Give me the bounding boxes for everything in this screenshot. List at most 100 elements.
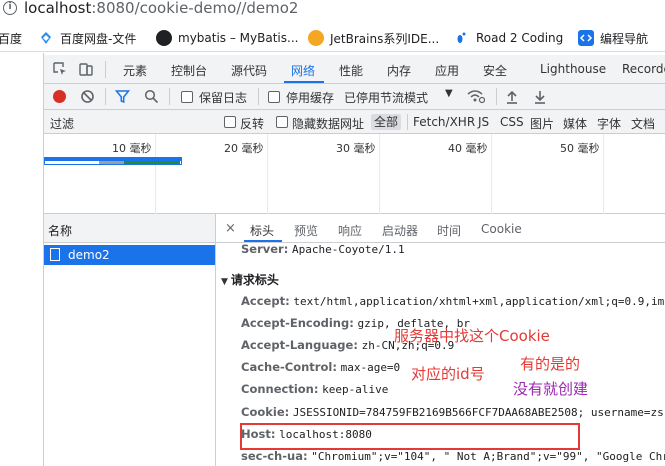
- tab-elements[interactable]: 元素: [123, 62, 147, 79]
- timeline-overview[interactable]: 10 毫秒 20 毫秒 30 毫秒 40 毫秒 50 毫秒: [44, 134, 665, 214]
- header-key: Accept-Encoding:: [241, 316, 354, 330]
- header-key: Connection:: [241, 382, 319, 396]
- timeline-tick: 50 毫秒: [560, 142, 600, 155]
- url-text[interactable]: localhost:8080/cookie-demo//demo2: [24, 0, 298, 17]
- search-icon[interactable]: [144, 89, 159, 107]
- filter-input[interactable]: 过滤: [50, 115, 74, 132]
- import-har-icon[interactable]: [505, 89, 519, 107]
- header-key: sec-ch-ua:: [241, 449, 308, 463]
- record-icon[interactable]: [53, 90, 66, 103]
- tab-initiator[interactable]: 启动器: [382, 222, 418, 239]
- bookmark-label: 百度网盘-文件: [60, 31, 137, 46]
- header-key: Server:: [241, 242, 289, 256]
- disable-cache-checkbox[interactable]: [268, 91, 280, 103]
- preserve-log-checkbox[interactable]: [181, 91, 193, 103]
- type-js[interactable]: JS: [478, 115, 489, 129]
- annotation-id-number: 对应的id号: [411, 365, 485, 383]
- device-toolbar-icon[interactable]: [78, 61, 94, 80]
- request-header-row: Connection: keep-alive: [241, 382, 388, 396]
- timeline-bar-waiting: [99, 161, 124, 164]
- header-value: Apache-Coyote/1.1: [291, 243, 405, 256]
- throttle-select[interactable]: 已停用节流模式: [344, 89, 428, 106]
- tab-recorder[interactable]: Recorde: [622, 62, 665, 76]
- tab-headers[interactable]: 标头: [250, 222, 274, 239]
- bookmark-baidu-pan[interactable]: 百度网盘-文件: [38, 29, 136, 47]
- url-path: :8080/cookie-demo//demo2: [91, 0, 299, 17]
- section-title: 请求标头: [230, 273, 279, 287]
- request-name: demo2: [68, 248, 110, 262]
- timeline-tick: 40 毫秒: [448, 142, 488, 155]
- hide-data-urls-checkbox[interactable]: [276, 116, 288, 128]
- type-img[interactable]: 图片: [530, 115, 554, 132]
- request-header-row: Accept: text/html,application/xhtml+xml,…: [241, 294, 665, 308]
- filter-bar: 过滤 反转 隐藏数据网址 全部 Fetch/XHR JS CSS 图片 媒体 字…: [44, 110, 665, 134]
- close-icon[interactable]: ×: [225, 221, 236, 236]
- github-icon: [156, 30, 172, 46]
- invert-checkbox[interactable]: [224, 116, 236, 128]
- inspect-element-icon[interactable]: [52, 61, 68, 80]
- bookmark-jetbrains[interactable]: JetBrains系列IDE...: [308, 29, 439, 47]
- type-doc[interactable]: 文档: [631, 115, 655, 132]
- tab-preview[interactable]: 预览: [294, 222, 318, 239]
- header-value: "Chromium";v="104", " Not A;Brand";v="99…: [311, 450, 665, 463]
- tab-security[interactable]: 安全: [483, 62, 507, 79]
- network-toolbar: 保留日志 停用缓存 已停用节流模式 ▼: [44, 84, 665, 110]
- tab-sources[interactable]: 源代码: [231, 62, 267, 79]
- annotation-if-exists: 有的是的: [520, 355, 581, 373]
- annotation-create-if-missing: 没有就创建: [513, 380, 589, 398]
- hide-data-urls-label: 隐藏数据网址: [292, 117, 365, 131]
- baidu-pan-icon: [38, 30, 54, 46]
- jetbrains-icon: [308, 30, 324, 46]
- type-fetch-xhr[interactable]: Fetch/XHR: [413, 115, 475, 129]
- tab-memory[interactable]: 内存: [387, 62, 411, 79]
- document-icon: [50, 248, 60, 261]
- tab-console[interactable]: 控制台: [171, 62, 207, 79]
- tab-lighthouse[interactable]: Lighthouse: [540, 62, 606, 76]
- triangle-down-icon: ▼: [221, 277, 228, 287]
- export-har-icon[interactable]: [533, 89, 547, 107]
- detail-tab-strip: × 标头 预览 响应 启动器 时间 Cookie: [216, 214, 665, 243]
- tab-cookies[interactable]: Cookie: [481, 222, 522, 236]
- disable-cache-label: 停用缓存: [286, 91, 335, 105]
- timeline-bar-download: [124, 161, 180, 164]
- bookmark-label: 百度: [0, 31, 23, 46]
- bookmark-label: JetBrains系列IDE...: [330, 31, 440, 46]
- request-header-row: sec-ch-ua: "Chromium";v="104", " Not A;B…: [241, 449, 665, 463]
- type-all[interactable]: 全部: [371, 114, 402, 130]
- invert-label: 反转: [240, 117, 265, 131]
- annotation-find-cookie: 服务器中找这个Cookie: [394, 327, 550, 345]
- tab-application[interactable]: 应用: [435, 62, 459, 79]
- tab-response[interactable]: 响应: [338, 222, 362, 239]
- timeline-tick: 10 毫秒: [112, 142, 152, 155]
- clear-icon[interactable]: [80, 89, 95, 107]
- code-nav-icon: [578, 30, 594, 46]
- response-header-server: Server: Apache-Coyote/1.1: [241, 242, 405, 256]
- header-key: Cookie:: [241, 405, 290, 419]
- type-font[interactable]: 字体: [597, 115, 621, 132]
- filter-icon[interactable]: [114, 89, 131, 107]
- bookmark-label: mybatis – MyBatis...: [178, 31, 299, 45]
- url-host: localhost: [24, 0, 92, 17]
- network-conditions-icon[interactable]: [467, 88, 486, 107]
- bookmark-label: Road 2 Coding: [476, 31, 564, 45]
- timeline-tick: 20 毫秒: [224, 142, 264, 155]
- chevron-down-icon[interactable]: ▼: [445, 88, 453, 99]
- request-row[interactable]: demo2: [44, 245, 215, 265]
- cookie-highlight-box: [240, 423, 580, 450]
- bookmark-baidu[interactable]: 百度: [0, 29, 22, 47]
- bookmark-mybatis[interactable]: mybatis – MyBatis...: [156, 29, 298, 47]
- site-info-icon[interactable]: i: [3, 1, 17, 15]
- tab-performance[interactable]: 性能: [339, 62, 363, 79]
- tab-timing[interactable]: 时间: [437, 222, 461, 239]
- name-column-header[interactable]: 名称: [44, 214, 215, 243]
- request-headers-section[interactable]: ▼ 请求标头: [221, 271, 279, 288]
- bookmark-biancheng[interactable]: 编程导航: [578, 29, 648, 47]
- tab-network[interactable]: 网络: [291, 62, 315, 79]
- header-key: Cache-Control:: [241, 360, 337, 374]
- address-bar[interactable]: i localhost:8080/cookie-demo//demo2: [0, 0, 665, 22]
- name-header-label: 名称: [48, 224, 73, 238]
- bookmark-road2coding[interactable]: Road 2 Coding: [454, 29, 563, 47]
- request-list: 名称 demo2: [44, 214, 216, 466]
- type-css[interactable]: CSS: [500, 115, 524, 129]
- type-media[interactable]: 媒体: [563, 115, 587, 132]
